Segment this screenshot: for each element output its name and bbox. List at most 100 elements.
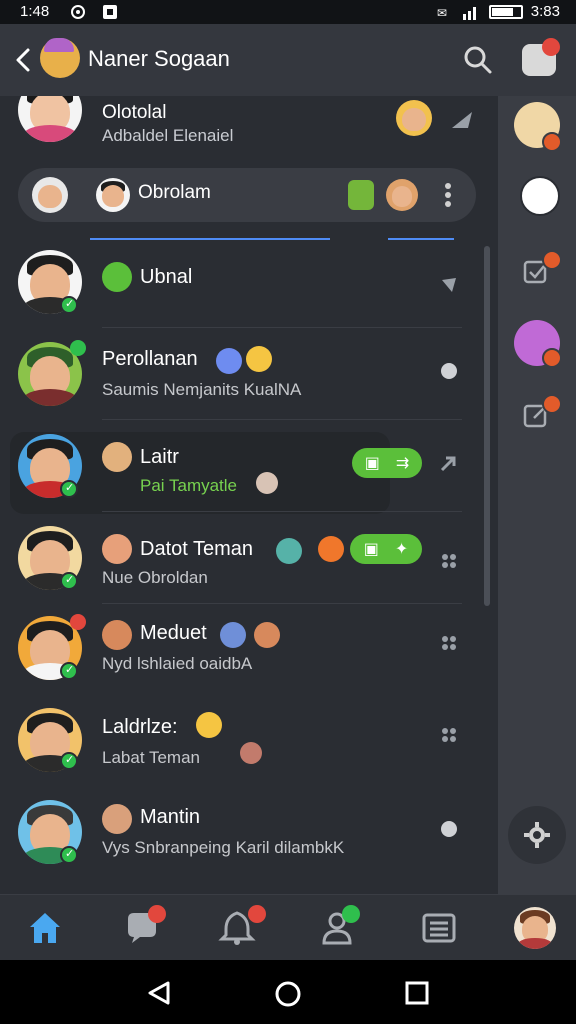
thumbs-up-icon: [102, 262, 132, 292]
emoji-icon: [216, 348, 242, 374]
rail-avatar[interactable]: [520, 176, 560, 216]
list-item[interactable]: Datot Teman Nue Obroldan ▣✦: [0, 516, 498, 604]
list-item[interactable]: Meduet Nyd lshlaied oaidbA: [0, 606, 498, 694]
more-grid-icon[interactable]: [440, 634, 458, 652]
chat-preview: Nue Obroldan: [102, 568, 208, 587]
notification-icon: [71, 5, 85, 19]
more-grid-icon[interactable]: [440, 552, 458, 570]
emoji-icon: [256, 472, 278, 494]
battery-icon: [488, 4, 523, 19]
status-avatar: [102, 804, 132, 834]
row-divider: [102, 511, 462, 512]
app-bar: Naner Sogaan: [0, 24, 576, 97]
chat-name: Datot Teman: [140, 538, 254, 560]
chat-preview: Saumis Nemjanits KualNA: [102, 380, 302, 399]
plus-icon: ⇉: [395, 455, 410, 472]
row-divider: [102, 327, 462, 328]
list-item[interactable]: Laitr Pai Tamyatle ▣⇉: [0, 424, 498, 512]
online-indicator: [60, 572, 78, 590]
sparkle-icon: ✦: [394, 541, 409, 558]
gear-icon: [524, 822, 550, 848]
list-item[interactable]: Mantin Vys Snbranpeing Karil dilambkK: [0, 790, 498, 878]
doc-icon: ▣: [363, 541, 379, 558]
unread-dot-icon: [441, 821, 457, 837]
status-time: 1:48: [20, 3, 50, 20]
more-grid-icon[interactable]: [440, 726, 458, 744]
share-arrow-icon[interactable]: [440, 454, 458, 472]
chat-list-area: Olotolal Adbaldel Elenaiel Obrolam Ubnal…: [0, 96, 498, 894]
signal-icon: ✉: [437, 6, 476, 20]
back-triangle-icon[interactable]: [146, 980, 172, 1006]
pin-icon[interactable]: [440, 276, 458, 294]
online-dot: [70, 340, 86, 356]
online-indicator: [60, 846, 78, 864]
emoji-icon: [196, 712, 222, 738]
status-bar: 1:48 ✉ 3:83: [0, 0, 576, 24]
emoji-icon: [276, 538, 302, 564]
chat-badge: [148, 905, 166, 923]
header-contact-name: Olotolal: [102, 102, 167, 123]
status-right: ✉ 3:83: [437, 3, 560, 20]
recents-square-icon[interactable]: [404, 980, 430, 1006]
avatar[interactable]: [514, 907, 556, 949]
chat-name: Mantin: [140, 806, 201, 828]
game-badge: [542, 38, 560, 56]
more-vertical-icon[interactable]: [444, 182, 452, 208]
list-item[interactable]: Perollanan Saumis Nemjanits KualNA: [0, 332, 498, 420]
app-logo: [40, 38, 80, 78]
mini-avatar: [396, 100, 432, 136]
chat-filter-pill[interactable]: Obrolam: [18, 168, 476, 222]
home-circle-icon[interactable]: [274, 980, 302, 1008]
pill-avatar: [386, 179, 418, 211]
fire-icon: [318, 536, 344, 562]
emoji-icon: [254, 622, 280, 648]
chat-name: Laldrlze:: [102, 716, 178, 738]
row-divider: [102, 419, 462, 420]
app-notification-icon: [103, 5, 117, 19]
page-title: Naner Sogaan: [88, 46, 230, 71]
list-item[interactable]: Ubnal: [0, 240, 498, 328]
status-avatar: [102, 620, 132, 650]
badge: [70, 614, 86, 630]
chat-preview: Nyd lshlaied oaidbA: [102, 654, 253, 673]
emoji-icon: [246, 346, 272, 372]
header-contact-row[interactable]: Olotolal Adbaldel Elenaiel: [0, 96, 498, 156]
bell-badge: [248, 905, 266, 923]
rail-badge: [542, 132, 562, 152]
game-controller-icon[interactable]: [522, 38, 560, 76]
doc-icon: ▣: [364, 455, 380, 472]
list-item[interactable]: Laldrlze: Labat Teman: [0, 696, 498, 784]
avatar: [18, 96, 82, 142]
unread-dot-icon: [441, 363, 457, 379]
right-rail: [498, 96, 576, 894]
settings-button[interactable]: [508, 806, 566, 864]
bottom-nav: [0, 894, 576, 961]
profile-badge: [342, 905, 360, 923]
rail-badge: [542, 348, 562, 368]
rail-badge: [542, 394, 562, 414]
row-divider: [102, 603, 462, 604]
chat-name: Meduet: [140, 622, 207, 644]
list-icon[interactable]: [420, 909, 458, 947]
chat-action-button[interactable]: ▣ ⇉: [352, 448, 422, 478]
status-time-right: 3:83: [530, 3, 560, 20]
online-indicator: [60, 662, 78, 680]
chat-preview: Vys Snbranpeing Karil dilambkK: [102, 838, 345, 857]
chat-preview: Labat Teman: [102, 748, 200, 767]
chat-name: Perollanan: [102, 348, 198, 370]
rail-badge: [542, 250, 562, 270]
chat-action-button[interactable]: ▣ ✦: [350, 534, 422, 564]
chat-name: Laitr: [140, 446, 179, 468]
status-avatar: [102, 442, 132, 472]
search-icon[interactable]: [462, 44, 494, 76]
chevron-left-icon[interactable]: [12, 44, 36, 76]
home-icon[interactable]: [26, 909, 64, 947]
emoji-icon: [220, 622, 246, 648]
status-avatar: [102, 534, 132, 564]
scrollbar[interactable]: [484, 246, 490, 606]
send-icon[interactable]: [450, 110, 474, 130]
header-contact-subtitle: Adbaldel Elenaiel: [102, 126, 234, 145]
android-nav-bar: [0, 960, 576, 1024]
online-indicator: [60, 480, 78, 498]
online-indicator: [60, 752, 78, 770]
